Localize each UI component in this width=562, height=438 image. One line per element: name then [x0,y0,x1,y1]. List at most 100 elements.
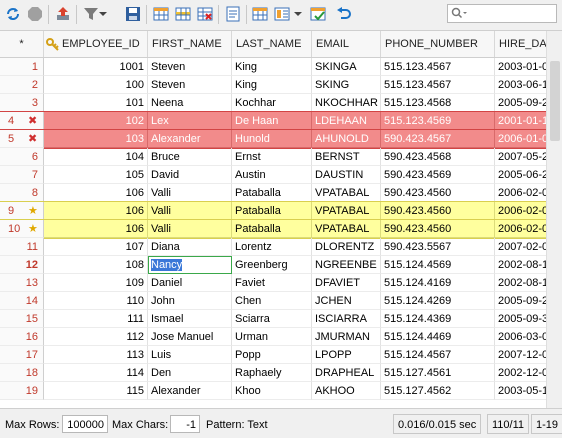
table-row[interactable]: 7 105 David Austin DAUSTIN 590.423.4569 2005-0… [0,166,562,184]
cell-last-name[interactable]: Sciarra [232,310,312,328]
row-number[interactable]: 9 ★ [0,202,44,220]
cell-employee-id[interactable]: 103 [44,130,148,148]
cell-first-name[interactable]: Valli [148,220,232,238]
row-number[interactable]: 12 [0,256,44,274]
cell-last-name[interactable]: Khoo [232,382,312,400]
cell-last-name[interactable]: Austin [232,166,312,184]
cell-last-name[interactable]: King [232,76,312,94]
cell-phone-number[interactable]: 515.124.4269 [381,292,495,310]
cell-last-name[interactable]: King [232,58,312,76]
cell-first-name[interactable]: Nancy [148,256,232,274]
column-header-phone-number[interactable]: PHONE_NUMBER [381,31,495,57]
form-view-icon[interactable] [272,4,292,24]
table-row[interactable]: 6 104 Bruce Ernst BERNST 590.423.4568 2007-05-… [0,148,562,166]
refresh-icon[interactable] [3,4,23,24]
cell-first-name[interactable]: Alexander [148,382,232,400]
duplicate-row-icon[interactable] [173,4,193,24]
search-input[interactable] [447,4,557,23]
table-row[interactable]: 8 106 Valli Pataballa VPATABAL 590.423.4560 20… [0,184,562,202]
cell-last-name[interactable]: Pataballa [232,202,312,220]
cell-phone-number[interactable]: 515.127.4562 [381,382,495,400]
cell-phone-number[interactable]: 515.123.4568 [381,94,495,112]
row-number[interactable]: 1 [0,58,44,76]
cell-email[interactable]: DFAVIET [312,274,381,292]
cell-phone-number[interactable]: 515.124.4469 [381,328,495,346]
row-number[interactable]: 14 [0,292,44,310]
table-row[interactable]: 2 100 Steven King SKING 515.123.4567 2003-06-1 [0,76,562,94]
table-row[interactable]: 9 ★ 106 Valli Pataballa VPATABAL 590.423.4560 2… [0,201,562,221]
cell-employee-id[interactable]: 113 [44,346,148,364]
cell-first-name[interactable]: Neena [148,94,232,112]
table-row[interactable]: 11 107 Diana Lorentz DLORENTZ 590.423.5567 200… [0,238,562,256]
cell-first-name[interactable]: Alexander [148,130,232,148]
cell-email[interactable]: LDEHAAN [312,112,381,130]
cell-first-name[interactable]: Valli [148,184,232,202]
row-number[interactable]: 3 [0,94,44,112]
cell-employee-id[interactable]: 104 [44,148,148,166]
max-chars-input[interactable]: -1 [170,415,200,433]
cell-email[interactable]: AKHOO [312,382,381,400]
cell-employee-id[interactable]: 115 [44,382,148,400]
cell-employee-id[interactable]: 114 [44,364,148,382]
cell-phone-number[interactable]: 515.124.4369 [381,310,495,328]
cell-email[interactable]: SKING [312,76,381,94]
cell-phone-number[interactable]: 515.124.4567 [381,346,495,364]
cell-first-name[interactable]: Luis [148,346,232,364]
cell-first-name[interactable]: Steven [148,58,232,76]
row-number[interactable]: 16 [0,328,44,346]
cell-first-name[interactable]: Bruce [148,148,232,166]
cell-phone-number[interactable]: 515.124.4169 [381,274,495,292]
column-header-last-name[interactable]: LAST_NAME [232,31,312,57]
cell-last-name[interactable]: Urman [232,328,312,346]
cell-email[interactable]: VPATABAL [312,220,381,238]
cell-last-name[interactable]: Faviet [232,274,312,292]
cell-first-name[interactable]: Jose Manuel [148,328,232,346]
table-row[interactable]: 18 114 Den Raphaely DRAPHEAL 515.127.4561 2002… [0,364,562,382]
column-header-email[interactable]: EMAIL [312,31,381,57]
row-number[interactable]: 11 [0,238,44,256]
cell-employee-id[interactable]: 108 [44,256,148,274]
cell-last-name[interactable]: Pataballa [232,184,312,202]
row-number[interactable]: 13 [0,274,44,292]
row-number[interactable]: 7 [0,166,44,184]
cell-employee-id[interactable]: 107 [44,238,148,256]
row-number[interactable]: 17 [0,346,44,364]
results-grid[interactable]: * EMPLOYEE_ID FIRST_NAME LAST_NAME EMAIL… [0,31,562,408]
cell-last-name[interactable]: Pataballa [232,220,312,238]
cell-email[interactable]: NGREENBE [312,256,381,274]
cell-last-name[interactable]: Chen [232,292,312,310]
cell-editor-selection[interactable]: Nancy [151,259,183,271]
cell-email[interactable]: NKOCHHAR [312,94,381,112]
cell-employee-id[interactable]: 106 [44,220,148,238]
cell-first-name[interactable]: Steven [148,76,232,94]
insert-row-icon[interactable] [151,4,171,24]
cell-phone-number[interactable]: 515.123.4569 [381,112,495,130]
cell-employee-id[interactable]: 100 [44,76,148,94]
cell-last-name[interactable]: De Haan [232,112,312,130]
cell-first-name[interactable]: Valli [148,202,232,220]
text-view-icon[interactable] [223,4,243,24]
max-rows-input[interactable]: 100000 [62,415,108,433]
cell-last-name[interactable]: Kochhar [232,94,312,112]
chevron-down-icon[interactable] [98,4,108,24]
cell-email[interactable]: ISCIARRA [312,310,381,328]
table-row[interactable]: 13 109 Daniel Faviet DFAVIET 515.124.4169 2002… [0,274,562,292]
cell-last-name[interactable]: Popp [232,346,312,364]
cell-last-name[interactable]: Raphaely [232,364,312,382]
row-header-corner[interactable]: * [0,31,44,57]
cell-phone-number[interactable]: 590.423.4569 [381,166,495,184]
column-header-first-name[interactable]: FIRST_NAME [148,31,232,57]
cell-last-name[interactable]: Hunold [232,130,312,148]
row-number[interactable]: 15 [0,310,44,328]
cell-employee-id[interactable]: 106 [44,202,148,220]
table-row[interactable]: 3 101 Neena Kochhar NKOCHHAR 515.123.4568 2005… [0,94,562,112]
cell-email[interactable]: VPATABAL [312,184,381,202]
cell-email[interactable]: DAUSTIN [312,166,381,184]
row-number[interactable]: 18 [0,364,44,382]
table-row[interactable]: 12 108 Nancy Greenberg NGREENBE 515.124.4569 2… [0,256,562,274]
cell-first-name[interactable]: Den [148,364,232,382]
row-number[interactable]: 6 [0,148,44,166]
cell-employee-id[interactable]: 105 [44,166,148,184]
cell-first-name[interactable]: Daniel [148,274,232,292]
table-row[interactable]: 5 ✖ 103 Alexander Hunold AHUNOLD 590.423.4567 2… [0,129,562,149]
